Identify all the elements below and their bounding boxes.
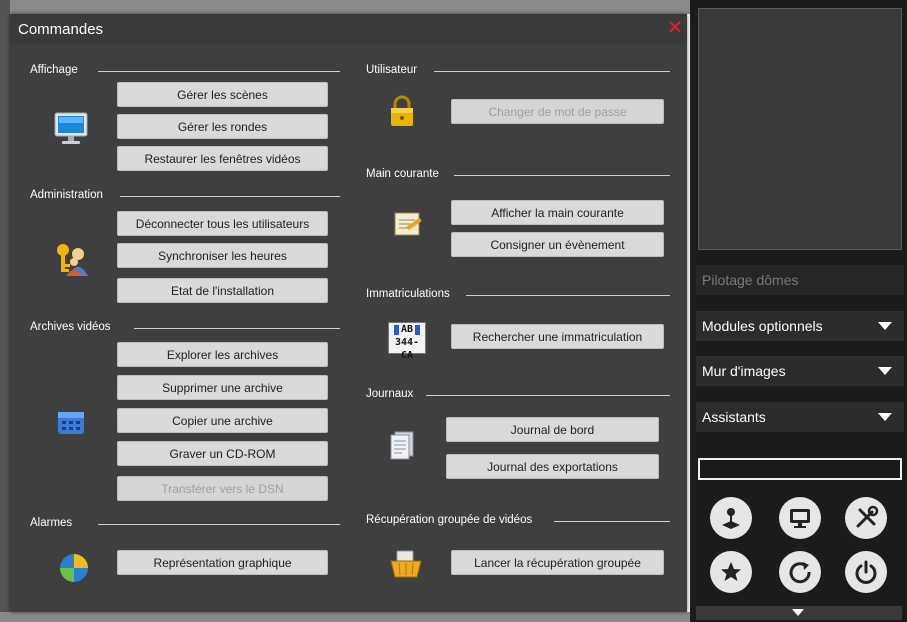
refresh-button[interactable] — [779, 551, 821, 593]
notepad-pencil-icon — [390, 208, 426, 240]
basket-icon — [386, 544, 426, 584]
section-title-alarmes: Alarmes — [30, 517, 73, 529]
divider — [454, 175, 670, 176]
joystick-button[interactable] — [710, 497, 752, 539]
installation-state-button[interactable]: Etat de l'installation — [117, 278, 328, 303]
video-viewer[interactable] — [698, 8, 902, 250]
dialog-titlebar: Commandes ✕ — [10, 14, 687, 44]
section-title-utilisateur: Utilisateur — [366, 64, 418, 76]
status-box — [698, 458, 902, 480]
background-bottom — [0, 612, 690, 622]
star-icon — [721, 562, 741, 581]
background-top — [0, 0, 690, 14]
divider — [426, 395, 670, 396]
divider — [554, 521, 670, 522]
transfer-dsn-button[interactable]: Transférer vers le DSN — [117, 476, 328, 501]
modules-optionnels-dropdown[interactable]: Modules optionnels — [696, 311, 904, 341]
screen-icon — [790, 509, 810, 528]
users-key-icon — [50, 240, 92, 280]
pilotage-domes-item: Pilotage dômes — [696, 265, 904, 295]
divider — [434, 71, 670, 72]
plate-top-text: AB — [400, 324, 414, 335]
tools-button[interactable] — [845, 497, 887, 539]
divider — [466, 295, 670, 296]
divider — [98, 71, 340, 72]
mur-label: Mur d'images — [702, 363, 786, 379]
modules-label: Modules optionnels — [702, 318, 823, 334]
power-button[interactable] — [845, 551, 887, 593]
film-archive-icon — [50, 406, 92, 440]
burn-cdrom-button[interactable]: Graver un CD-ROM — [117, 441, 328, 466]
disconnect-all-users-button[interactable]: Déconnecter tous les utilisateurs — [117, 211, 328, 236]
refresh-icon — [789, 562, 811, 584]
divider — [134, 328, 340, 329]
commandes-dialog: Commandes ✕ Affichage Gérer les scènes G… — [10, 14, 687, 612]
divider — [120, 196, 340, 197]
chevron-down-icon — [878, 322, 892, 330]
monitor-icon — [50, 110, 92, 148]
graphical-representation-button[interactable]: Représentation graphique — [117, 550, 328, 575]
section-title-affichage: Affichage — [30, 64, 78, 76]
section-title-archives: Archives vidéos — [30, 321, 111, 333]
explore-archives-button[interactable]: Explorer les archives — [117, 342, 328, 367]
globe-icon — [54, 549, 94, 587]
manage-scenes-button[interactable]: Gérer les scènes — [117, 82, 328, 107]
power-icon — [855, 560, 877, 584]
chevron-down-icon — [878, 413, 892, 421]
assistants-dropdown[interactable]: Assistants — [696, 402, 904, 432]
padlock-icon — [384, 92, 420, 130]
dialog-title: Commandes — [18, 21, 104, 38]
background-left — [0, 0, 10, 622]
logbook-button[interactable]: Journal de bord — [446, 417, 659, 442]
assistants-label: Assistants — [702, 409, 766, 425]
section-title-recuperation: Récupération groupée de vidéos — [366, 514, 533, 526]
section-title-main-courante: Main courante — [366, 168, 439, 180]
record-event-button[interactable]: Consigner un évènement — [451, 232, 664, 257]
manage-rounds-button[interactable]: Gérer les rondes — [117, 114, 328, 139]
change-password-button[interactable]: Changer de mot de passe — [451, 99, 664, 124]
document-icon — [386, 428, 418, 462]
restore-video-windows-button[interactable]: Restaurer les fenêtres vidéos — [117, 146, 328, 171]
section-title-immatriculations: Immatriculations — [366, 288, 450, 300]
plate-bottom-text: 344-CA — [394, 337, 420, 361]
copy-archive-button[interactable]: Copier une archive — [117, 408, 328, 433]
delete-archive-button[interactable]: Supprimer une archive — [117, 375, 328, 400]
display-log-button[interactable]: Afficher la main courante — [451, 200, 664, 225]
chevron-down-icon[interactable] — [792, 609, 804, 616]
section-title-journaux: Journaux — [366, 388, 414, 400]
joystick-icon — [722, 508, 740, 529]
search-plate-button[interactable]: Rechercher une immatriculation — [451, 324, 664, 349]
chevron-down-icon — [878, 367, 892, 375]
export-log-button[interactable]: Journal des exportations — [446, 454, 659, 479]
pilotage-label: Pilotage dômes — [702, 272, 799, 288]
divider — [98, 524, 340, 525]
monitor-button[interactable] — [779, 497, 821, 539]
close-icon[interactable]: ✕ — [666, 18, 684, 38]
license-plate-icon: AB 344-CA — [388, 322, 426, 361]
mur-images-dropdown[interactable]: Mur d'images — [696, 356, 904, 386]
tools-icon — [856, 505, 879, 528]
sync-time-button[interactable]: Synchroniser les heures — [117, 243, 328, 268]
launch-grouped-retrieval-button[interactable]: Lancer la récupération groupée — [451, 550, 664, 575]
favorites-button[interactable] — [710, 551, 752, 593]
section-title-administration: Administration — [30, 189, 103, 201]
